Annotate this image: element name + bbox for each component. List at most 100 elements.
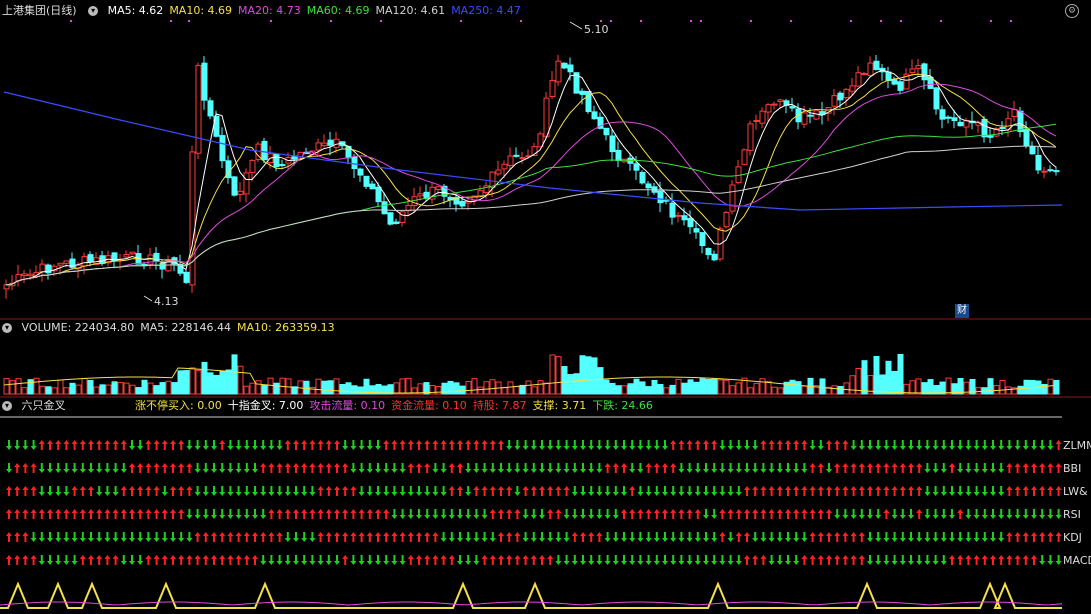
up-arrow-icon	[358, 509, 365, 519]
volume-bar	[531, 386, 538, 395]
candle-body	[219, 135, 226, 162]
up-arrow-icon	[1047, 463, 1054, 473]
volume-bar	[831, 385, 838, 395]
down-arrow-icon	[317, 555, 324, 565]
volume-bar	[225, 369, 232, 395]
up-arrow-icon	[383, 509, 390, 519]
candle-body	[681, 215, 688, 221]
down-arrow-icon	[1022, 440, 1029, 450]
up-arrow-icon	[883, 486, 890, 496]
up-arrow-icon	[826, 532, 832, 542]
down-arrow-icon	[498, 463, 504, 473]
config-icon[interactable]: ⚙	[1065, 4, 1079, 18]
down-arrow-icon	[604, 532, 611, 542]
volume-bar	[363, 378, 370, 395]
candle-body	[561, 62, 568, 69]
up-arrow-icon	[96, 555, 103, 565]
up-arrow-icon	[416, 440, 422, 450]
volume-bar	[453, 382, 460, 395]
up-arrow-icon	[817, 532, 824, 542]
volume-bar	[207, 372, 214, 395]
indicator-legend-items: 涨不停买入: 0.00 十指金叉: 7.00 攻击流量: 0.10 资金流量: 0.1…	[135, 399, 659, 412]
volume-bar	[645, 386, 652, 395]
down-arrow-icon	[826, 463, 832, 473]
up-arrow-icon	[202, 555, 209, 565]
down-arrow-icon	[768, 555, 775, 565]
candle-body	[1023, 129, 1030, 146]
down-arrow-icon	[399, 509, 406, 519]
volume-bar	[639, 381, 646, 395]
volume-toggle-icon[interactable]: ▾	[2, 323, 12, 333]
up-arrow-icon	[752, 509, 759, 519]
volume-bar	[999, 379, 1006, 395]
candle-body	[387, 212, 394, 225]
candle-body	[63, 260, 70, 264]
down-arrow-icon	[703, 532, 709, 542]
candle-body	[945, 116, 952, 119]
volume-bar	[351, 385, 358, 395]
up-arrow-icon	[186, 486, 193, 496]
candle-body	[357, 168, 364, 176]
down-arrow-icon	[55, 555, 62, 565]
down-arrow-icon	[79, 463, 86, 473]
down-arrow-icon	[719, 486, 726, 496]
down-arrow-icon	[703, 486, 709, 496]
up-arrow-icon	[858, 463, 865, 473]
down-arrow-icon	[670, 532, 677, 542]
down-arrow-icon	[1047, 509, 1054, 519]
down-arrow-icon	[1039, 509, 1046, 519]
down-arrow-icon	[47, 555, 53, 565]
up-arrow-icon	[514, 555, 521, 565]
up-arrow-icon	[6, 555, 12, 565]
up-arrow-icon	[793, 440, 800, 450]
up-arrow-icon	[375, 509, 381, 519]
volume-bar	[957, 377, 964, 395]
up-arrow-icon	[1014, 532, 1021, 542]
up-arrow-icon	[120, 486, 127, 496]
up-arrow-icon	[145, 463, 152, 473]
down-arrow-icon	[260, 555, 267, 565]
up-arrow-icon	[47, 440, 53, 450]
down-arrow-icon	[432, 463, 439, 473]
up-arrow-icon	[14, 463, 21, 473]
finance-badge[interactable]: 财	[955, 304, 969, 318]
volume-bar	[735, 382, 742, 395]
up-arrow-icon	[137, 463, 144, 473]
volume-bar	[357, 386, 364, 395]
down-arrow-icon	[867, 532, 873, 542]
ma-legend-item-4: MA120: 4.61	[375, 4, 446, 17]
down-arrow-icon	[768, 463, 775, 473]
up-arrow-icon	[88, 509, 94, 519]
down-arrow-icon	[79, 532, 86, 542]
up-arrow-icon	[96, 440, 103, 450]
down-arrow-icon	[309, 486, 316, 496]
chart-canvas[interactable]: 5.10 4.13	[0, 0, 1091, 614]
down-arrow-icon	[735, 555, 742, 565]
up-arrow-icon	[407, 532, 414, 542]
candle-body	[351, 156, 358, 170]
down-arrow-icon	[932, 509, 939, 519]
legend-toggle-icon[interactable]: ▾	[88, 6, 99, 16]
down-arrow-icon	[555, 555, 562, 565]
down-arrow-icon	[342, 440, 349, 450]
down-arrow-icon	[776, 463, 783, 473]
up-arrow-icon	[809, 463, 816, 473]
up-arrow-icon	[752, 486, 759, 496]
candle-body	[693, 228, 700, 233]
down-arrow-icon	[924, 555, 931, 565]
down-arrow-icon	[399, 486, 406, 496]
up-arrow-icon	[424, 440, 431, 450]
up-arrow-icon	[1022, 463, 1029, 473]
down-arrow-icon	[440, 509, 447, 519]
volume-bar	[573, 373, 580, 395]
candle-body	[399, 211, 406, 223]
down-arrow-icon	[662, 486, 668, 496]
down-arrow-icon	[735, 486, 742, 496]
indicator-legend-item-4: 持股: 7.87	[472, 399, 527, 412]
down-arrow-icon	[481, 509, 488, 519]
indicator-toggle-icon[interactable]: ▾	[2, 401, 12, 411]
volume-bar	[477, 386, 484, 395]
down-arrow-icon	[219, 486, 226, 496]
down-arrow-icon	[727, 463, 734, 473]
up-arrow-icon	[6, 532, 12, 542]
